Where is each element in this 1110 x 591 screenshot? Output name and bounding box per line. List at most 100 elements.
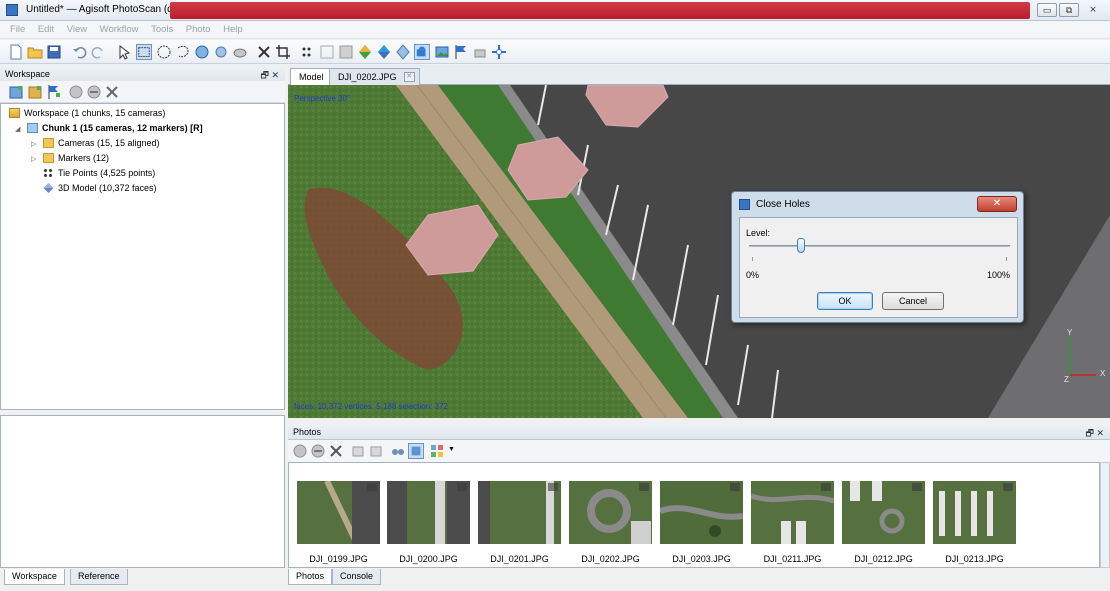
- new-icon[interactable]: [8, 44, 24, 60]
- expand-cameras-icon[interactable]: ▷: [31, 140, 36, 148]
- document-tabs: Model DJI_0202.JPG ✕: [288, 65, 1110, 85]
- menu-help[interactable]: Help: [223, 24, 243, 35]
- photo-filename: DJI_0212.JPG: [854, 554, 913, 564]
- menu-file[interactable]: File: [10, 24, 25, 35]
- photos-bottom-tabs: Photos Console: [288, 569, 688, 587]
- tab-console[interactable]: Console: [332, 569, 382, 585]
- menu-view[interactable]: View: [67, 24, 87, 35]
- show-dense-icon[interactable]: [319, 44, 335, 60]
- wireframe-icon[interactable]: [376, 44, 392, 60]
- add-chunk-icon[interactable]: [8, 84, 24, 100]
- cancel-button[interactable]: Cancel: [882, 292, 944, 310]
- photo-image: [297, 481, 380, 544]
- level-slider-thumb[interactable]: [797, 238, 806, 253]
- add-marker-icon[interactable]: [46, 84, 62, 100]
- dialog-title: Close Holes: [756, 199, 810, 210]
- move-region-icon[interactable]: [194, 44, 210, 60]
- navigation-icon[interactable]: [116, 44, 132, 60]
- photo-thumbnail[interactable]: [387, 481, 470, 544]
- photo-filename: DJI_0211.JPG: [763, 554, 822, 564]
- show-shapes-icon[interactable]: [472, 44, 488, 60]
- textured-icon[interactable]: [395, 44, 411, 60]
- reset-filter-icon[interactable]: [408, 443, 424, 459]
- rotate-left-icon[interactable]: [350, 443, 366, 459]
- level-slider-track[interactable]: [749, 245, 1010, 247]
- enable-icon[interactable]: [68, 84, 84, 100]
- photo-thumbnail[interactable]: [933, 481, 1016, 544]
- rectangle-selection-icon[interactable]: [136, 44, 152, 60]
- level-label: Level:: [746, 228, 771, 238]
- tree-model[interactable]: 3D Model (10,372 faces): [43, 183, 157, 196]
- free-selection-icon[interactable]: [175, 44, 191, 60]
- show-images-icon[interactable]: [434, 44, 450, 60]
- circle-selection-icon[interactable]: [156, 44, 172, 60]
- menu-bar: File Edit View Workflow Tools Photo Help: [0, 21, 1110, 39]
- expand-markers-icon[interactable]: ▷: [31, 155, 36, 163]
- view-mode-dropdown-icon[interactable]: ▼: [448, 446, 455, 453]
- tab-photos[interactable]: Photos: [288, 569, 333, 585]
- show-markers-icon[interactable]: [453, 44, 469, 60]
- resize-region-icon[interactable]: [232, 44, 248, 60]
- photo-filename: DJI_0201.JPG: [490, 554, 549, 564]
- photos-toolbar: ▼: [288, 440, 1110, 462]
- close-window-button[interactable]: ⨯: [1083, 3, 1103, 17]
- tree-markers[interactable]: Markers (12): [43, 153, 109, 166]
- show-cameras-icon[interactable]: [414, 44, 430, 60]
- enable-photo-icon[interactable]: [292, 443, 308, 459]
- photo-thumbnail[interactable]: [842, 481, 925, 544]
- view-mode-icon[interactable]: [429, 443, 445, 459]
- tree-tie-points-label: Tie Points (4,525 points): [58, 168, 156, 178]
- save-icon[interactable]: [46, 44, 62, 60]
- tree-root-label: Workspace (1 chunks, 15 cameras): [24, 108, 166, 118]
- tab-photo-dji-0202[interactable]: DJI_0202.JPG ✕: [329, 68, 420, 85]
- minimize-button[interactable]: ▭: [1037, 3, 1057, 17]
- crop-selection-icon[interactable]: [275, 44, 291, 60]
- photos-scrollbar[interactable]: [1100, 462, 1110, 568]
- ok-button[interactable]: OK: [817, 292, 873, 310]
- photo-thumbnail[interactable]: [660, 481, 743, 544]
- remove-items-icon[interactable]: [104, 84, 120, 100]
- filter-photos-icon[interactable]: [390, 443, 406, 459]
- menu-edit[interactable]: Edit: [38, 24, 54, 35]
- folder-icon: [43, 153, 54, 163]
- disable-photo-icon[interactable]: [310, 443, 326, 459]
- rotate-right-icon[interactable]: [368, 443, 384, 459]
- delete-selection-icon[interactable]: [256, 44, 272, 60]
- model-icon: [43, 183, 54, 193]
- tab-workspace[interactable]: Workspace: [4, 569, 65, 585]
- tab-reference[interactable]: Reference: [70, 569, 128, 585]
- slider-tick-max: [1006, 257, 1007, 261]
- photo-thumbnail[interactable]: [478, 481, 561, 544]
- photo-image: [478, 481, 561, 544]
- restore-button[interactable]: ⧉: [1059, 3, 1079, 17]
- tree-tie-points[interactable]: Tie Points (4,525 points): [43, 168, 155, 181]
- open-icon[interactable]: [27, 44, 43, 60]
- shaded-icon[interactable]: [338, 44, 354, 60]
- photo-thumbnail[interactable]: [751, 481, 834, 544]
- tree-markers-label: Markers (12): [58, 153, 110, 163]
- redo-icon[interactable]: [90, 44, 106, 60]
- menu-tools[interactable]: Tools: [151, 24, 173, 35]
- tree-chunk[interactable]: Chunk 1 (15 cameras, 12 markers) [R]: [27, 123, 203, 136]
- photo-filename: DJI_0199.JPG: [309, 554, 368, 564]
- tab-model[interactable]: Model: [290, 68, 333, 85]
- remove-photo-icon[interactable]: [328, 443, 344, 459]
- dialog-close-button[interactable]: ✕: [977, 196, 1017, 212]
- photo-thumbnail[interactable]: [569, 481, 652, 544]
- photo-thumbnail[interactable]: [297, 481, 380, 544]
- disable-icon[interactable]: [86, 84, 102, 100]
- close-tab-icon[interactable]: ✕: [403, 72, 415, 82]
- reset-view-icon[interactable]: [491, 44, 507, 60]
- tree-cameras[interactable]: Cameras (15, 15 aligned): [43, 138, 160, 151]
- slider-min-label: 0%: [746, 270, 760, 280]
- solid-model-icon[interactable]: [357, 44, 373, 60]
- collapse-chunk-icon[interactable]: ◢: [15, 125, 20, 133]
- show-points-icon[interactable]: [300, 44, 316, 60]
- tree-root[interactable]: Workspace (1 chunks, 15 cameras): [9, 108, 165, 121]
- undo-icon[interactable]: [72, 44, 88, 60]
- menu-workflow[interactable]: Workflow: [100, 24, 139, 35]
- rotate-region-icon[interactable]: [213, 44, 229, 60]
- main-toolbar: [0, 40, 1110, 64]
- add-photos-icon[interactable]: [27, 84, 43, 100]
- menu-photo[interactable]: Photo: [186, 24, 211, 35]
